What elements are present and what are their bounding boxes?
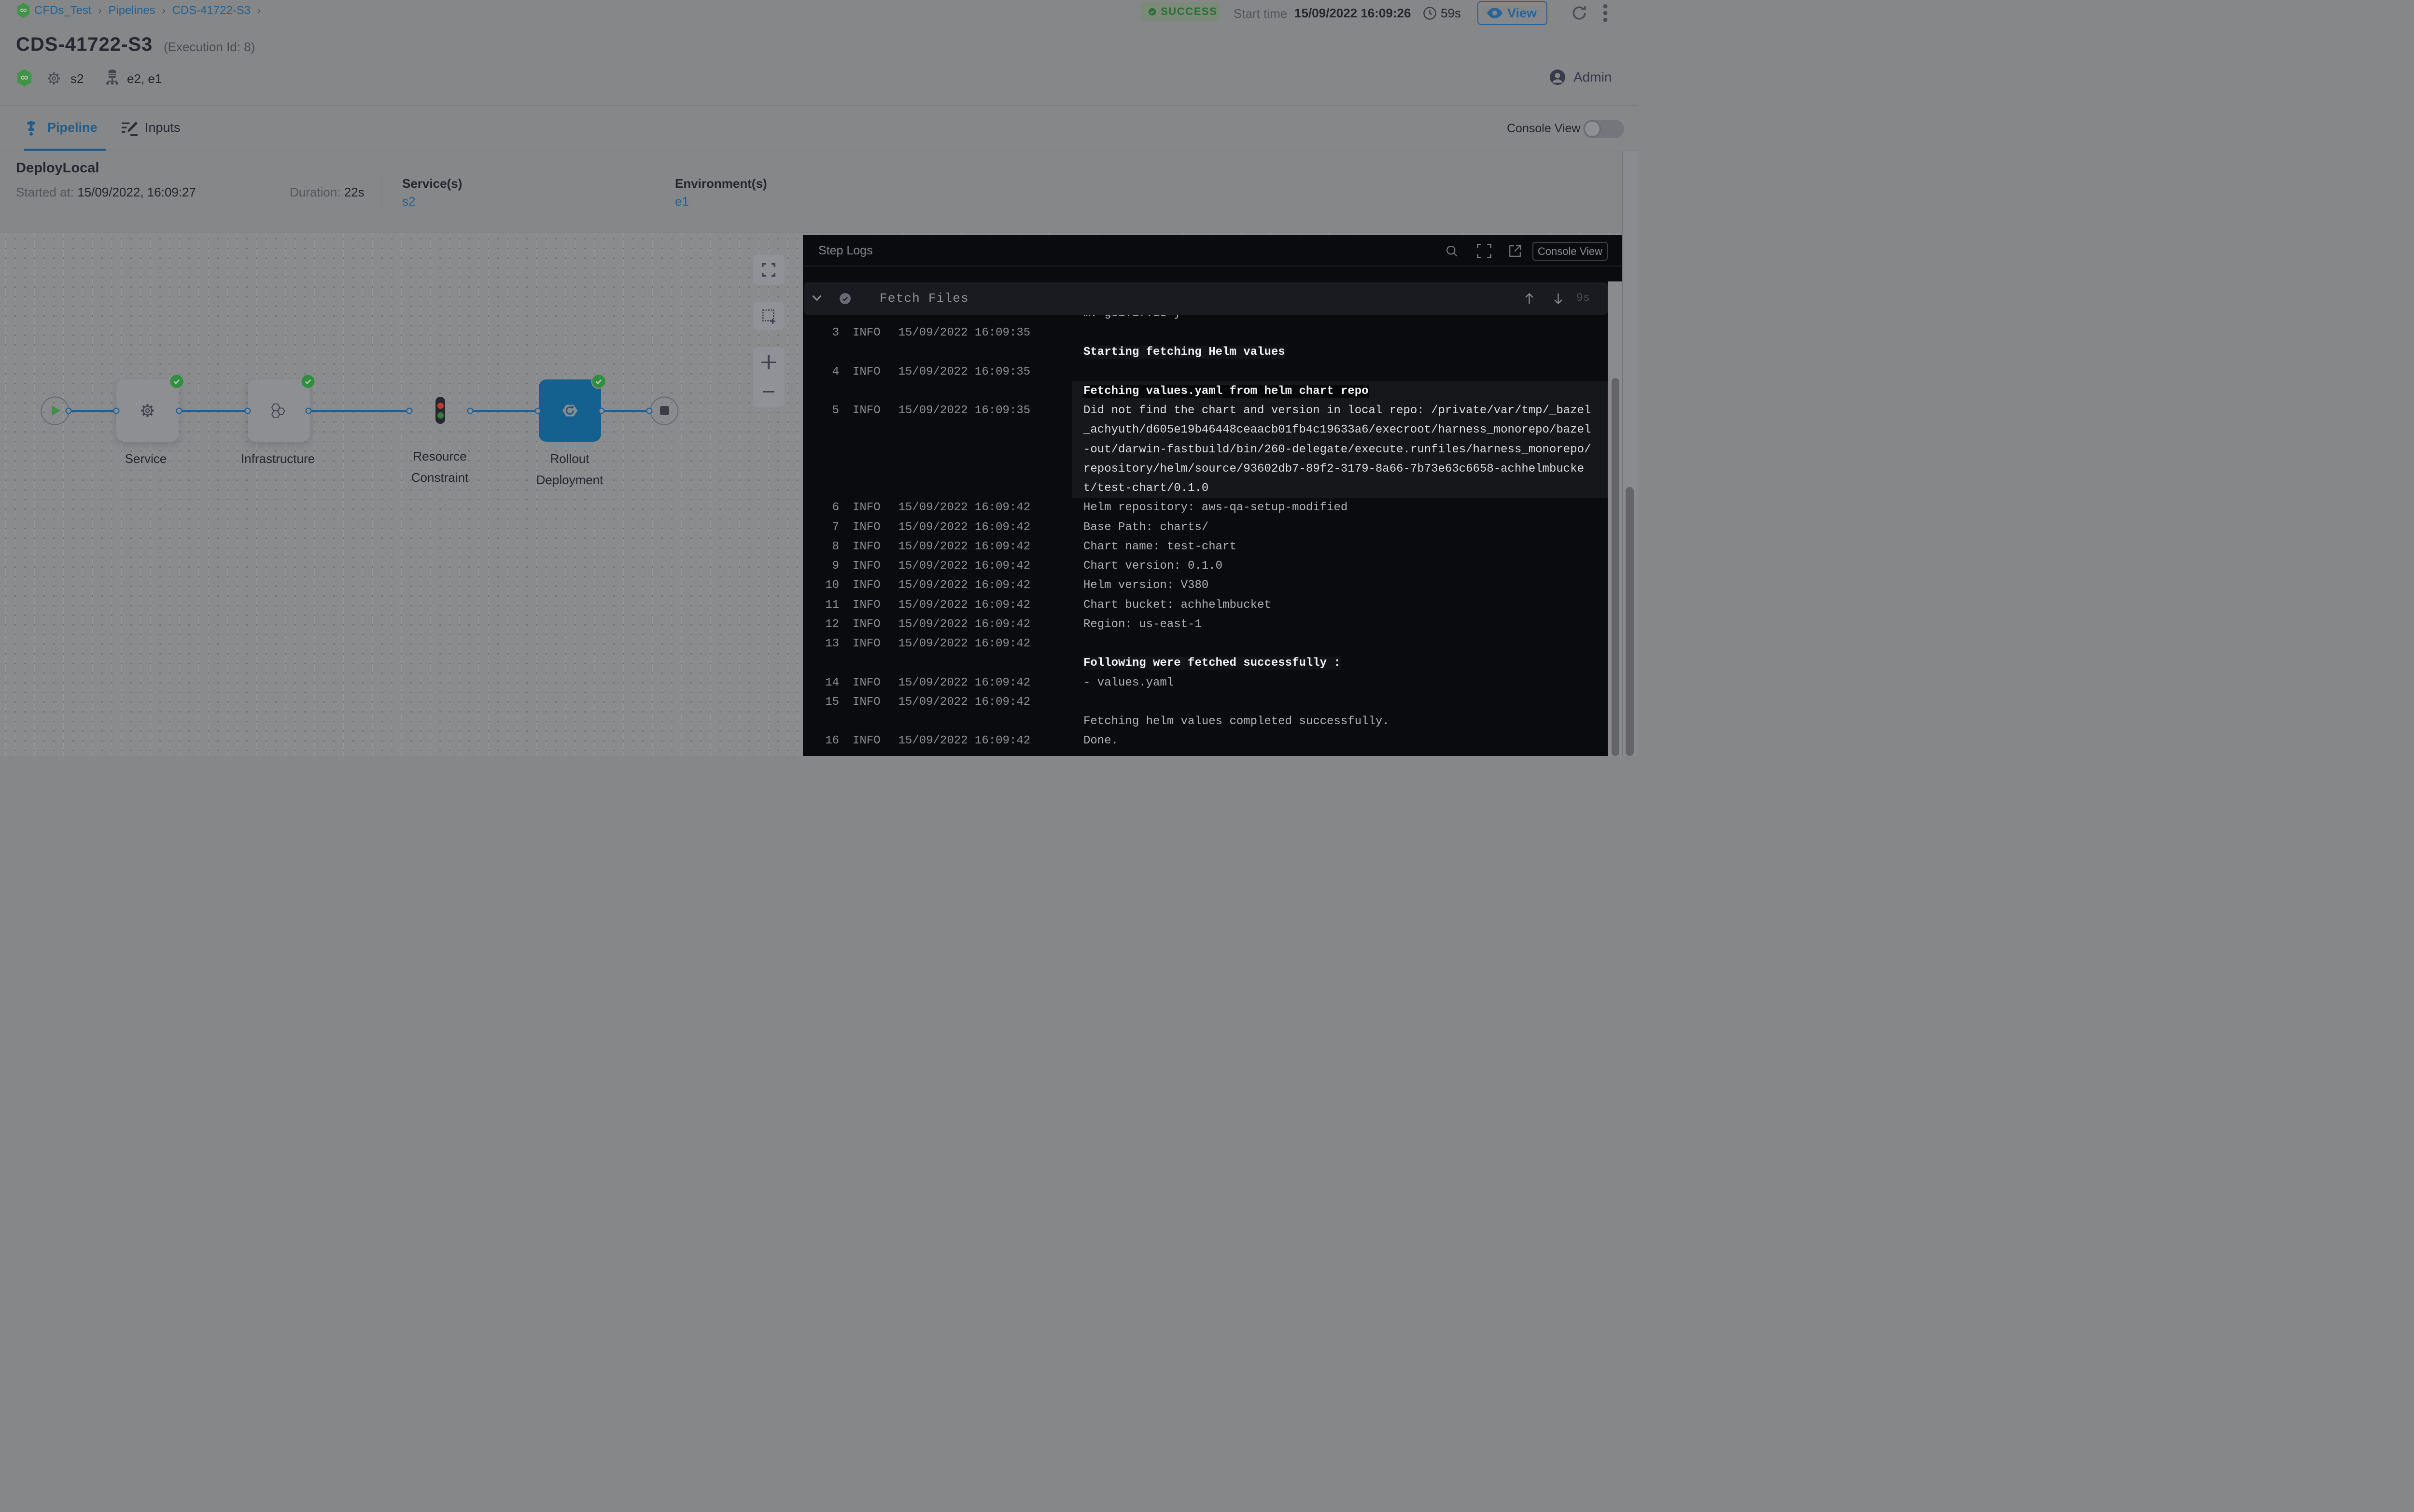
svg-text:∞: ∞ xyxy=(20,5,27,15)
svg-text:∞: ∞ xyxy=(20,70,28,83)
